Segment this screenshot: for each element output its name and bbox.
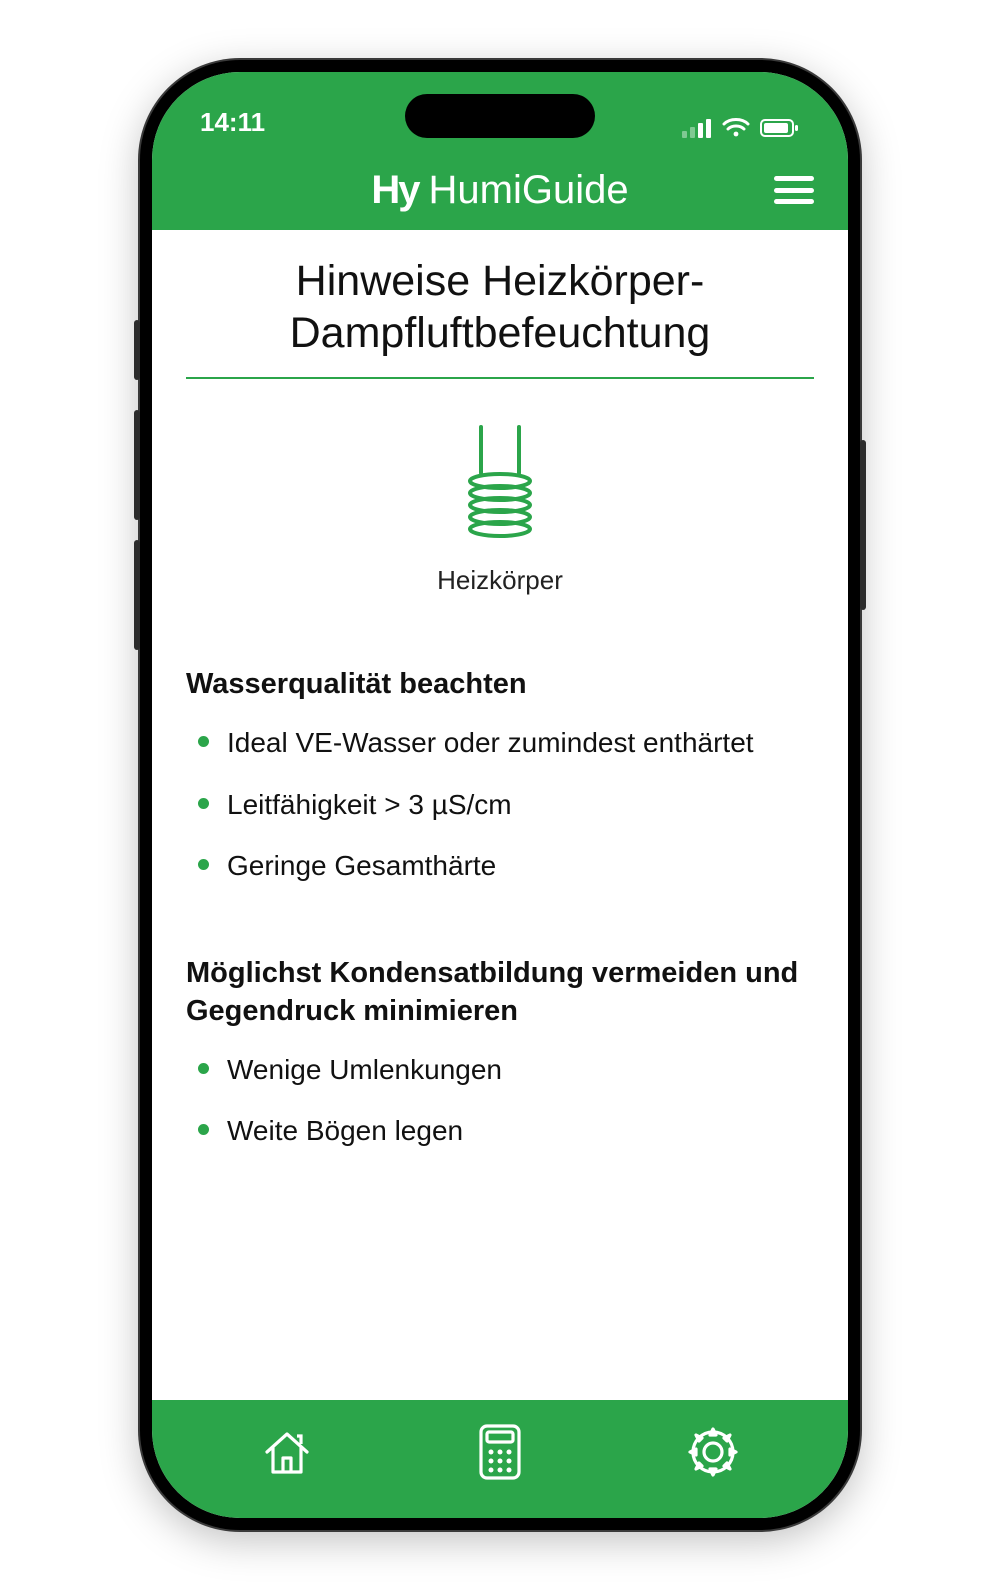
list-item: Leitfähigkeit > 3 µS/cm: [186, 786, 814, 848]
section-title: Möglichst Kondensatbildung vermeiden und…: [186, 955, 814, 1030]
home-icon: [259, 1424, 315, 1480]
phone-screen: 14:11: [152, 72, 848, 1518]
section: Wasserqualität beachten Ideal VE-Wasser o…: [186, 666, 814, 909]
phone-side-button: [860, 440, 866, 610]
nav-home-button[interactable]: [252, 1417, 322, 1487]
app-header: Hy HumiGuide: [152, 150, 848, 230]
list-item: Weite Bögen legen: [186, 1112, 814, 1174]
phone-side-button: [134, 540, 140, 650]
battery-icon: [760, 118, 800, 138]
bullet-icon: [198, 1124, 209, 1135]
hamburger-icon: [774, 199, 814, 204]
hamburger-icon: [774, 176, 814, 181]
list-item-text: Wenige Umlenkungen: [227, 1051, 502, 1089]
section-title: Wasserqualität beachten: [186, 666, 814, 704]
phone-notch: [405, 94, 595, 138]
phone-frame: 14:11: [140, 60, 860, 1530]
content-area: Hinweise Heizkörper- Dampfluftbefeuchtun…: [152, 230, 848, 1400]
list-item: Ideal VE-Wasser oder zumindest enthärtet: [186, 724, 814, 786]
bullet-icon: [198, 859, 209, 870]
nav-settings-button[interactable]: [678, 1417, 748, 1487]
hamburger-icon: [774, 188, 814, 193]
wifi-icon: [722, 118, 750, 138]
calculator-icon: [475, 1422, 525, 1482]
bullet-icon: [198, 1063, 209, 1074]
bottom-nav: [152, 1400, 848, 1518]
bullet-icon: [198, 798, 209, 809]
hero: Heizkörper: [186, 425, 814, 596]
section: Möglichst Kondensatbildung vermeiden und…: [186, 955, 814, 1174]
brand-title: HumiGuide: [429, 168, 629, 213]
gear-icon: [684, 1423, 742, 1481]
list-item-text: Ideal VE-Wasser oder zumindest enthärtet: [227, 724, 754, 762]
brand-logo: Hy: [371, 168, 418, 213]
nav-calculator-button[interactable]: [465, 1417, 535, 1487]
heating-coil-icon: [455, 425, 545, 545]
list-item-text: Geringe Gesamthärte: [227, 847, 496, 885]
status-time: 14:11: [200, 107, 265, 138]
sections: Wasserqualität beachten Ideal VE-Wasser o…: [186, 666, 814, 1174]
menu-button[interactable]: [774, 176, 814, 204]
hero-caption: Heizkörper: [437, 565, 563, 596]
page-title: Hinweise Heizkörper- Dampfluftbefeuchtun…: [186, 256, 814, 379]
phone-side-button: [134, 320, 140, 380]
list-item: Wenige Umlenkungen: [186, 1051, 814, 1113]
app-brand: Hy HumiGuide: [371, 168, 628, 213]
bullet-icon: [198, 736, 209, 747]
list-item-text: Leitfähigkeit > 3 µS/cm: [227, 786, 512, 824]
cellular-icon: [682, 118, 712, 138]
list-item-text: Weite Bögen legen: [227, 1112, 463, 1150]
list-item: Geringe Gesamthärte: [186, 847, 814, 909]
phone-side-button: [134, 410, 140, 520]
status-indicators: [682, 118, 800, 138]
